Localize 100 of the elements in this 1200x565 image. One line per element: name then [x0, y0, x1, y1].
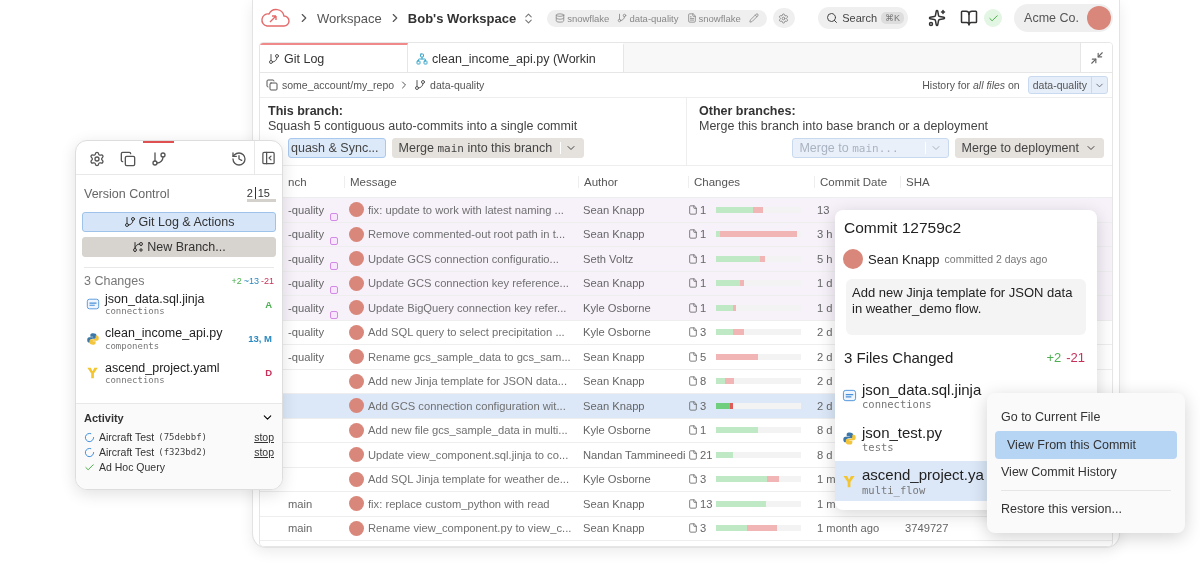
branch-select[interactable]: data-quality [1027, 76, 1108, 94]
date-cell: 1 d [817, 301, 833, 314]
squash-button[interactable]: quash & Sync... [288, 138, 386, 158]
avatar-icon [349, 422, 364, 438]
sql-file-icon [86, 297, 100, 312]
minimize-button[interactable] [1080, 43, 1112, 72]
file-count: 5 [700, 350, 707, 363]
date-cell: 8 d [817, 424, 833, 437]
section-title: Other branches: [699, 104, 797, 118]
file-count: 3 [700, 522, 707, 535]
avatar-icon [349, 520, 364, 536]
branch-icon [268, 52, 280, 65]
file-icon [688, 351, 698, 362]
database-icon [555, 13, 566, 23]
commit-message: Add new Jinja template for JSON data in weather_demo flow. [846, 279, 1086, 335]
network-icon [416, 52, 428, 65]
column-header[interactable]: Message [344, 175, 397, 188]
author-cell-text: Sean Knapp [582, 277, 645, 290]
branch-icon [617, 13, 628, 23]
author-cell-text: Kyle Osborne [582, 301, 651, 314]
date-cell: 1 d [817, 277, 833, 290]
message-cell: fix: replace custom_python with read [368, 497, 550, 510]
branch-name: data-quality [430, 79, 485, 91]
section-text: Merge this branch into base branch or a deployment [699, 119, 990, 133]
check-icon [84, 461, 95, 473]
file-count: 1 [700, 277, 707, 290]
message-cell: Add SQL query to select precipitation ... [368, 326, 565, 339]
squash-marker-icon [330, 212, 338, 221]
merge-button[interactable]: Merge main into this branch [391, 138, 585, 158]
added-count: +2 [1046, 349, 1062, 365]
file-icon [688, 302, 698, 313]
check-icon [987, 12, 999, 24]
tab[interactable]: clean_income_api.py (Workin [408, 43, 624, 72]
python-file-icon [86, 331, 100, 346]
file-icon [688, 474, 698, 485]
activity-name: Aircraft Test [99, 431, 155, 443]
date-cell: 2 d [817, 350, 833, 363]
file-count: 1 [700, 252, 707, 265]
activity-name: Aircraft Test [99, 446, 155, 458]
spinner-icon [84, 431, 95, 443]
file-icon [688, 229, 698, 240]
commit-hash: (75debbf) [158, 432, 208, 442]
column-header[interactable]: Changes [688, 175, 741, 188]
message-cell: Update BigQuery connection key refer... [368, 301, 567, 314]
file-icon [688, 278, 698, 289]
date-cell: 1 month ago [817, 522, 880, 535]
branch-cell: -quality [288, 301, 325, 314]
chip-label: snowflake [698, 12, 741, 24]
search-icon [826, 12, 839, 24]
message-cell: Update view_component.sql.jinja to co... [368, 448, 569, 461]
file-icon [688, 253, 698, 264]
avatar-icon [349, 275, 364, 291]
date-cell: 1 m [817, 497, 836, 510]
deploy-button[interactable]: Merge to deployment [954, 138, 1104, 158]
python-file-icon [842, 430, 857, 446]
column-header[interactable]: Author [578, 175, 618, 188]
message-cell: Add SQL Jinja template for weather de... [368, 473, 570, 486]
settings-icon [778, 12, 790, 24]
branch-cell: main [288, 522, 313, 535]
book-icon[interactable] [960, 9, 979, 27]
file-count: 1 [700, 301, 707, 314]
branch-cell: main [288, 497, 313, 510]
workspace-title[interactable]: Bob's Workspace [407, 10, 517, 26]
breadcrumb-link[interactable]: Workspace [317, 10, 382, 26]
column-header[interactable]: nch [288, 175, 307, 188]
squash-marker-icon [330, 286, 338, 295]
date-cell: 2 d [817, 399, 833, 412]
file-count: 21 [700, 448, 713, 461]
author-cell-text: Sean Knapp [582, 497, 645, 510]
repo-name[interactable]: some_account/my_repo [282, 79, 395, 91]
author-cell-text: Sean Knapp [582, 375, 645, 388]
file-icon [688, 400, 698, 411]
avatar-icon [349, 471, 364, 487]
history-icon [230, 150, 247, 167]
date-cell: 2 d [817, 326, 833, 339]
file-icon [686, 13, 697, 23]
avatar-icon [349, 398, 364, 414]
new-branch-button[interactable]: New Branch... [82, 237, 276, 257]
date-cell: 5 h [817, 252, 833, 265]
branch-cell: -quality [288, 277, 325, 290]
tab[interactable]: Git Log [260, 43, 408, 72]
file-icon [688, 376, 698, 387]
sparkle-icon[interactable] [928, 9, 947, 27]
spinner-icon [84, 446, 95, 458]
git-log-button[interactable]: Git Log & Actions [82, 212, 276, 232]
org-button[interactable]: Acme Co. [1014, 4, 1113, 32]
commit-time: committed 2 days ago [944, 253, 1048, 265]
file-icon [688, 425, 698, 436]
column-header[interactable]: SHA [900, 175, 930, 188]
squash-marker-icon [330, 310, 338, 319]
search-button[interactable]: Search ⌘K [818, 7, 909, 29]
file-icon [688, 449, 698, 460]
file-status: D [265, 367, 272, 379]
column-header[interactable]: Commit Date [814, 175, 888, 188]
history-label: History for all files on [922, 79, 1020, 91]
cloud-logo-icon[interactable] [259, 7, 291, 29]
date-cell: 3 h [817, 228, 833, 241]
menu-item[interactable]: View From this Commit [995, 430, 1177, 459]
file-count: 3 [700, 326, 707, 339]
chip-label: data-quality [629, 12, 679, 24]
